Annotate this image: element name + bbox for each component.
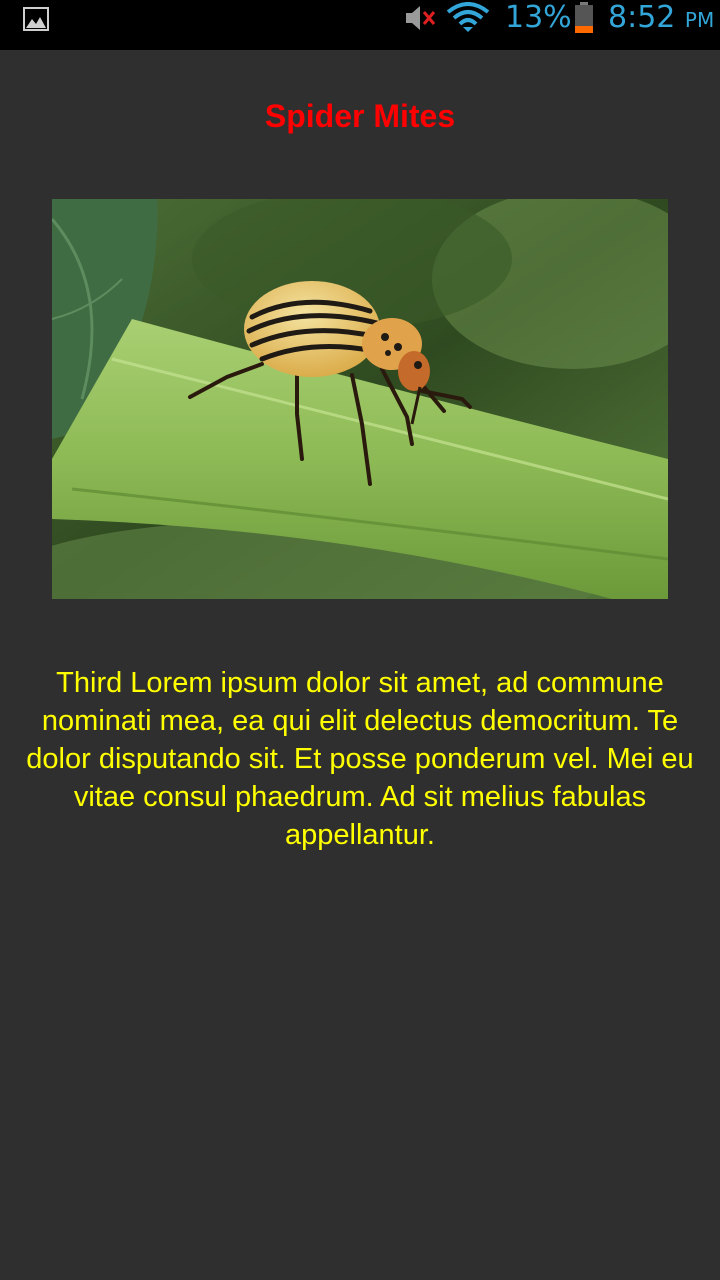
battery-low-icon [575, 2, 593, 33]
beetle-photo [52, 199, 668, 599]
beetle-illustration [52, 199, 668, 599]
wifi-icon [446, 2, 490, 32]
clock-time: 8:52 [608, 0, 676, 35]
battery-percent: 13% [505, 0, 572, 35]
mute-icon [406, 6, 436, 30]
pest-description: Third Lorem ipsum dolor sit amet, ad com… [26, 667, 694, 851]
clock-ampm: PM [684, 8, 715, 32]
status-bar: 13% 8:52 PM [0, 0, 720, 50]
clock: 8:52 PM [608, 0, 714, 38]
page-title: Spider Mites [264, 98, 456, 134]
gallery-icon [23, 7, 49, 31]
